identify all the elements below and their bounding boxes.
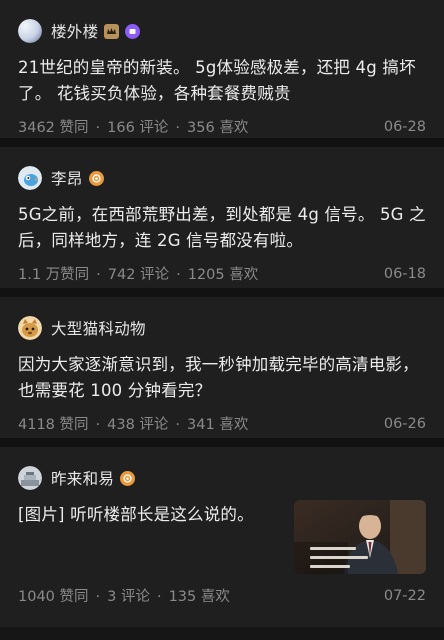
comment-count[interactable]: 166 评论 xyxy=(107,120,168,136)
answer-excerpt[interactable]: 21世纪的皇帝的新装。 5g体验感极差，还把 4g 搞坏了。 花钱买负体验，各种… xyxy=(18,55,426,107)
meta-separator: · xyxy=(95,120,101,136)
comment-count[interactable]: 3 评论 xyxy=(107,589,150,605)
answer-card[interactable]: 昨来和易 [图片] 听听楼部长是这么说的。 1040 赞同 · 3 评论 · 1… xyxy=(0,447,444,627)
comment-count[interactable]: 438 评论 xyxy=(107,417,168,433)
answer-card[interactable]: 李昂 5G之前，在西部荒野出差，到处都是 4g 信号。 5G 之后，同样地方，连… xyxy=(0,147,444,288)
like-count: 3462 赞同 xyxy=(18,120,89,136)
answer-excerpt[interactable]: 5G之前，在西部荒野出差，到处都是 4g 信号。 5G 之后，同样地方，连 2G… xyxy=(18,202,426,254)
like-count: 1.1 万赞同 xyxy=(18,267,90,283)
answer-excerpt[interactable]: [图片] 听听楼部长是这么说的。 xyxy=(18,502,268,528)
post-date: 07-22 xyxy=(383,587,426,604)
orange-badge-icon xyxy=(88,170,104,186)
answer-meta: 4118 赞同 · 438 评论 · 341 喜欢 06-26 xyxy=(18,413,426,434)
favorite-count: 135 喜欢 xyxy=(168,589,230,605)
author-name[interactable]: 楼外楼 xyxy=(51,20,98,42)
subtitle-line xyxy=(310,556,368,559)
card-divider xyxy=(0,138,444,147)
like-count: 1040 赞同 xyxy=(18,589,89,605)
answer-meta: 1040 赞同 · 3 评论 · 135 喜欢 07-22 xyxy=(18,585,426,606)
favorite-count: 1205 喜欢 xyxy=(187,267,259,283)
post-date: 06-26 xyxy=(383,415,426,432)
comment-count[interactable]: 742 评论 xyxy=(108,267,169,283)
subtitle-line xyxy=(310,565,350,568)
author-row: 李昂 xyxy=(18,163,426,193)
author-name[interactable]: 昨来和易 xyxy=(51,467,114,489)
post-date: 06-18 xyxy=(383,265,426,282)
meta-separator: · xyxy=(95,589,101,605)
answer-meta: 3462 赞同 · 166 评论 · 356 喜欢 06-28 xyxy=(18,116,426,137)
card-divider xyxy=(0,288,444,297)
answer-meta: 1.1 万赞同 · 742 评论 · 1205 喜欢 06-18 xyxy=(18,263,426,284)
orange-badge-icon xyxy=(120,470,136,486)
card-divider xyxy=(0,438,444,447)
answer-excerpt[interactable]: 因为大家逐渐意识到，我一秒钟加载完毕的高清电影，也需要花 100 分钟看完？ xyxy=(18,352,426,404)
author-row: 楼外楼 xyxy=(18,16,426,46)
subtitle-line xyxy=(310,547,356,550)
avatar[interactable] xyxy=(18,19,42,43)
meta-separator: · xyxy=(175,120,181,136)
meta-separator: · xyxy=(95,417,101,433)
video-thumbnail[interactable] xyxy=(294,500,426,574)
purple-badge-icon xyxy=(125,23,141,39)
author-name[interactable]: 李昂 xyxy=(51,167,83,189)
meta-separator: · xyxy=(176,267,181,283)
author-row: 昨来和易 xyxy=(18,463,426,493)
answer-card[interactable]: 大型猫科动物 因为大家逐渐意识到，我一秒钟加载完毕的高清电影，也需要花 100 … xyxy=(0,297,444,438)
answer-feed: 楼外楼 21世纪的皇帝的新装。 5g体验感极差，还把 4g 搞坏了。 花钱买负体… xyxy=(0,0,444,627)
meta-separator: · xyxy=(96,267,101,283)
avatar[interactable] xyxy=(18,316,42,340)
answer-card[interactable]: 楼外楼 21世纪的皇帝的新装。 5g体验感极差，还把 4g 搞坏了。 花钱买负体… xyxy=(0,0,444,138)
avatar[interactable] xyxy=(18,466,42,490)
meta-separator: · xyxy=(156,589,162,605)
like-count: 4118 赞同 xyxy=(18,417,89,433)
favorite-count: 341 喜欢 xyxy=(187,417,249,433)
favorite-count: 356 喜欢 xyxy=(187,120,249,136)
post-date: 06-28 xyxy=(383,118,426,135)
author-name[interactable]: 大型猫科动物 xyxy=(51,317,146,339)
avatar[interactable] xyxy=(18,166,42,190)
author-row: 大型猫科动物 xyxy=(18,313,426,343)
meta-separator: · xyxy=(175,417,181,433)
level-badge-icon xyxy=(104,23,120,39)
